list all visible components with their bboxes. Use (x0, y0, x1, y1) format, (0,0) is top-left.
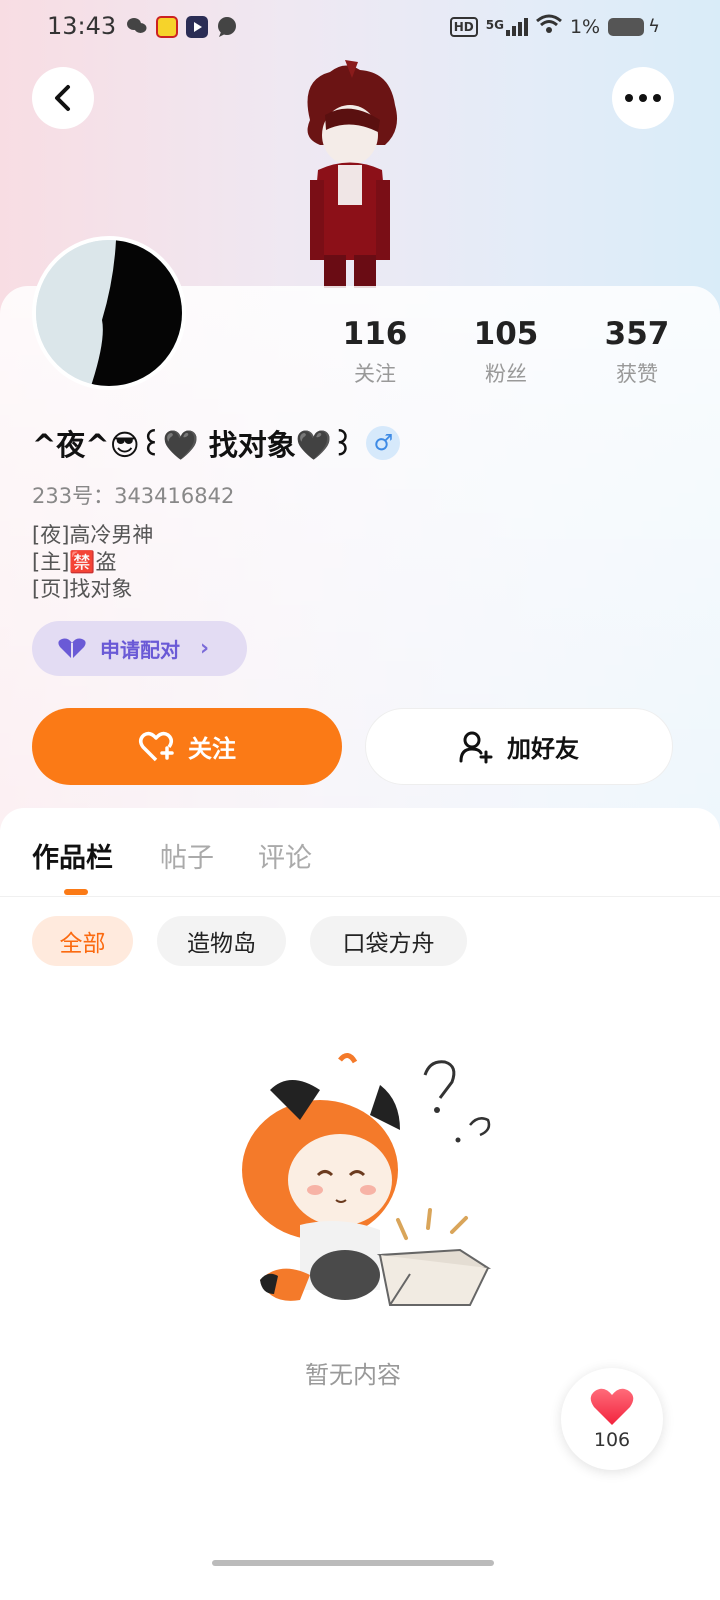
following-count: 116 (342, 316, 408, 352)
message-bubble-icon (216, 16, 238, 38)
wechat-icon (126, 16, 148, 38)
followers-count: 105 (473, 316, 539, 352)
back-button[interactable] (32, 67, 94, 129)
divider (0, 896, 720, 897)
character-avatar-image[interactable] (290, 60, 410, 288)
profile-stats: 116 关注 105 粉丝 357 获赞 (320, 316, 692, 388)
follow-label: 关注 (188, 735, 236, 763)
heart-plus-icon (139, 731, 174, 761)
app-icon-yellow (156, 16, 178, 38)
more-dots-icon (625, 94, 661, 102)
bio-line: [夜]高冷男神 (32, 523, 154, 547)
hd-icon: HD (449, 16, 478, 37)
bio: [夜]高冷男神 [主]🈲盗 [页]找对象 (32, 522, 153, 603)
male-gender-icon: ♂ (366, 426, 401, 460)
follow-button[interactable]: 关注 (32, 708, 342, 785)
wifi-icon (536, 14, 562, 39)
tab-comments[interactable]: 评论 (258, 836, 312, 875)
likes-count: 357 (604, 316, 670, 352)
followers-label: 粉丝 (485, 362, 527, 386)
tab-posts[interactable]: 帖子 (160, 836, 214, 875)
stat-followers[interactable]: 105 粉丝 (451, 316, 561, 388)
nickname: ^夜^😎꒰🖤 找对象🖤꒱ (32, 428, 355, 462)
following-label: 关注 (354, 362, 396, 386)
stat-likes[interactable]: 357 获赞 (582, 316, 692, 388)
add-friend-label: 加好友 (507, 735, 579, 763)
avatar[interactable] (32, 236, 186, 390)
bio-line: [页]找对象 (32, 577, 133, 601)
tab-works[interactable]: 作品栏 (32, 836, 113, 875)
notification-icons (126, 16, 238, 38)
signal-icon: 5G (485, 17, 528, 36)
battery-icon (608, 17, 645, 36)
heart-icon (590, 1388, 634, 1425)
chevron-left-icon (55, 85, 70, 111)
filter-all[interactable]: 全部 (32, 916, 133, 966)
bio-line: [主]🈲盗 (32, 550, 117, 574)
request-pair-label: 申请配对 (100, 638, 180, 662)
stat-following[interactable]: 116 关注 (320, 316, 430, 388)
heart-pair-icon (58, 638, 86, 659)
likes-label: 获赞 (616, 362, 658, 386)
network-type: 5G (485, 17, 504, 32)
add-friend-button[interactable]: 加好友 (365, 708, 673, 785)
request-pair-button[interactable]: 申请配对 › (32, 621, 247, 676)
chevron-right-icon: › (200, 636, 210, 661)
more-button[interactable] (612, 67, 674, 129)
nickname-row: ^夜^😎꒰🖤 找对象🖤꒱ ♂ (32, 422, 401, 464)
filter-pocket-ark[interactable]: 口袋方舟 (310, 916, 467, 966)
status-indicators: HD 5G 1% ϟ (449, 14, 660, 39)
home-indicator[interactable] (212, 1560, 494, 1566)
filter-creation-island[interactable]: 造物岛 (157, 916, 286, 966)
charging-icon: ϟ (648, 16, 660, 37)
status-time: 13:43 (47, 12, 117, 40)
like-count: 106 (593, 1429, 631, 1451)
empty-state-illustration (242, 1053, 492, 1306)
avatar-image (36, 240, 182, 386)
tab-indicator (64, 889, 88, 895)
app-icon-play (186, 16, 208, 38)
battery-percent: 1% (569, 15, 601, 38)
add-friend-icon (459, 731, 493, 763)
status-bar: 13:43 HD 5G 1% ϟ (0, 0, 720, 56)
user-id: 233号：343416842 (32, 484, 235, 508)
like-button[interactable]: 106 (561, 1368, 663, 1470)
